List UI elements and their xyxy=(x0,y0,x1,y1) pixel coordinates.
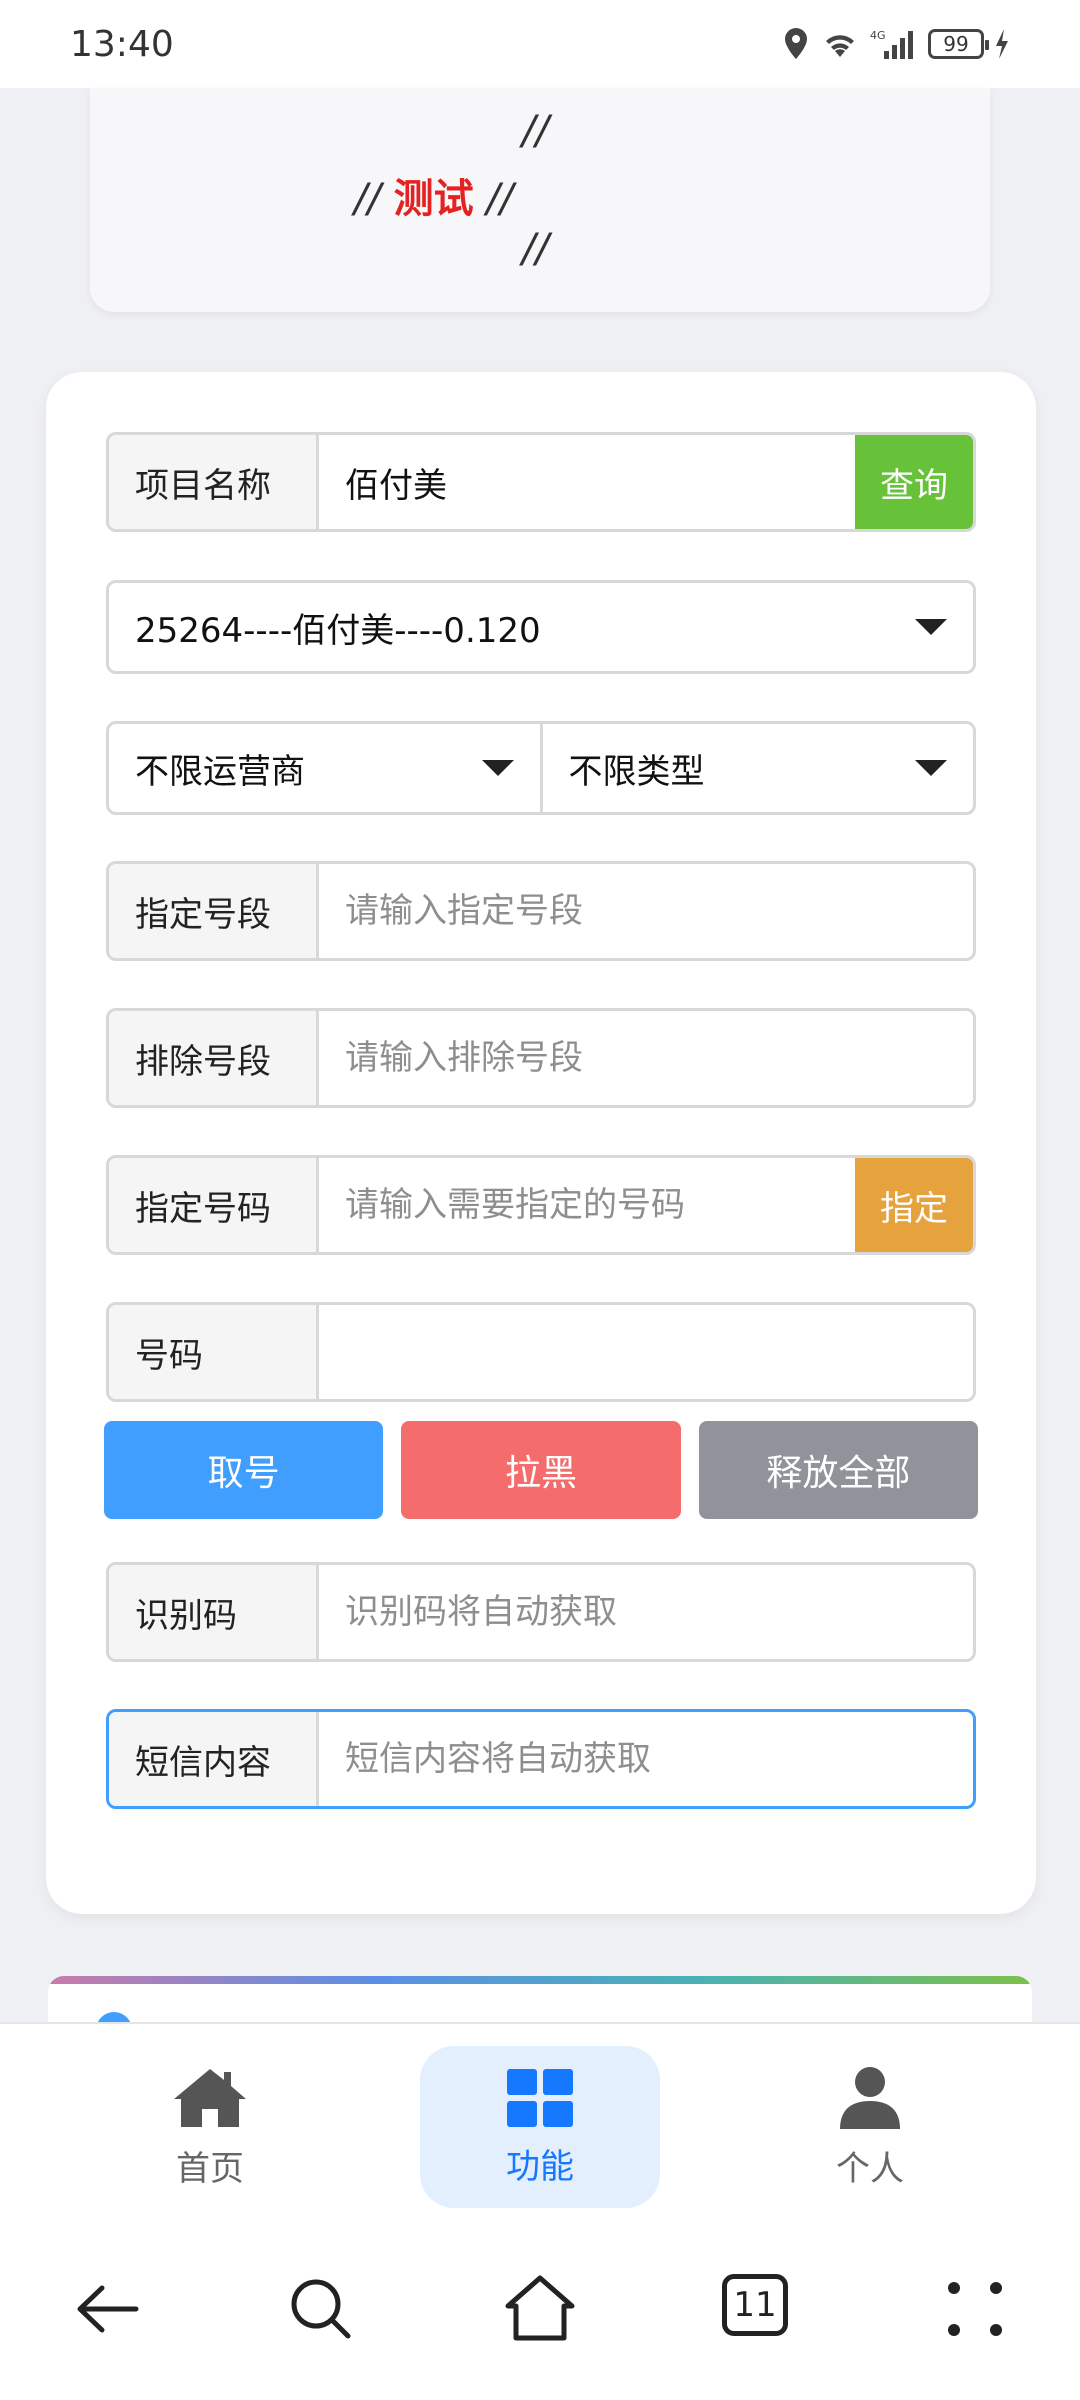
type-select[interactable]: 不限类型 xyxy=(539,724,974,812)
form-card: 项目名称 查询 25264----佰付美----0.120 不限运营商 不限类型… xyxy=(46,372,1036,1914)
home-outline-icon[interactable] xyxy=(504,2274,576,2344)
exclude-segment-row: 排除号段 xyxy=(106,1008,976,1108)
notice-slashes: // xyxy=(522,226,549,272)
charging-icon xyxy=(996,29,1008,59)
specify-number-input[interactable] xyxy=(319,1158,855,1252)
app-bottom-nav: 首页 功能 个人 xyxy=(0,2022,1080,2230)
chevron-down-icon xyxy=(915,760,947,776)
release-all-button[interactable]: 释放全部 xyxy=(698,1421,978,1519)
nav-label-features: 功能 xyxy=(506,2146,574,2187)
number-row: 号码 xyxy=(106,1302,976,1402)
notice-slashes: // xyxy=(522,108,549,154)
sms-row: 短信内容 xyxy=(106,1709,976,1809)
nav-label-profile: 个人 xyxy=(836,2148,904,2189)
operator-select-value: 不限运营商 xyxy=(135,751,305,792)
notice-test-line: // 测试 // xyxy=(354,166,513,224)
gradient-stripe xyxy=(48,1976,1032,1984)
grid-icon xyxy=(507,2068,573,2127)
signal-icon: 4G xyxy=(870,29,913,59)
battery-icon: 99 xyxy=(928,29,989,59)
back-icon[interactable] xyxy=(72,2274,142,2344)
code-input[interactable] xyxy=(319,1565,973,1659)
notice-slashes: // xyxy=(354,176,381,222)
project-name-row: 项目名称 查询 xyxy=(106,432,976,532)
specify-button[interactable]: 指定 xyxy=(855,1158,973,1252)
tabs-count-button[interactable]: 11 xyxy=(722,2274,788,2336)
segment-row: 指定号段 xyxy=(106,861,976,961)
nav-item-home[interactable]: 首页 xyxy=(90,2046,330,2208)
location-icon xyxy=(785,28,807,59)
project-name-label: 项目名称 xyxy=(109,435,319,529)
person-icon xyxy=(840,2066,900,2129)
operator-select[interactable]: 不限运营商 xyxy=(109,724,540,812)
home-icon xyxy=(174,2068,246,2127)
exclude-segment-label: 排除号段 xyxy=(109,1011,319,1105)
nav-label-home: 首页 xyxy=(176,2148,244,2189)
wifi-icon xyxy=(826,35,854,57)
svg-text:4G: 4G xyxy=(870,29,886,42)
search-icon[interactable] xyxy=(286,2274,356,2344)
nav-item-profile[interactable]: 个人 xyxy=(750,2046,990,2208)
query-button[interactable]: 查询 xyxy=(855,435,973,529)
blacklist-button[interactable]: 拉黑 xyxy=(401,1421,681,1519)
number-label: 号码 xyxy=(109,1305,319,1399)
browser-bottom-bar: 11 xyxy=(0,2230,1080,2400)
chevron-down-icon xyxy=(481,760,514,776)
get-number-button[interactable]: 取号 xyxy=(104,1421,384,1519)
code-row: 识别码 xyxy=(106,1562,976,1662)
specify-number-label: 指定号码 xyxy=(109,1158,319,1252)
project-select-value: 25264----佰付美----0.120 xyxy=(135,610,541,651)
specify-number-row: 指定号码 指定 xyxy=(106,1155,976,1255)
chevron-down-icon xyxy=(915,619,947,635)
sms-input[interactable] xyxy=(319,1712,973,1806)
status-bar: 13:40 4G 99 xyxy=(0,0,1080,88)
project-name-input[interactable] xyxy=(319,435,855,529)
segment-label: 指定号段 xyxy=(109,864,319,958)
status-icons: 4G 99 xyxy=(782,26,1010,62)
project-select[interactable]: 25264----佰付美----0.120 xyxy=(106,580,976,674)
exclude-segment-input[interactable] xyxy=(319,1011,973,1105)
notice-slashes: // xyxy=(486,176,514,222)
notice-highlight: 测试 xyxy=(393,176,474,222)
nav-item-features[interactable]: 功能 xyxy=(420,2046,660,2208)
segment-input[interactable] xyxy=(319,864,973,958)
filter-row: 不限运营商 不限类型 xyxy=(106,721,976,815)
type-select-value: 不限类型 xyxy=(568,751,705,792)
number-input[interactable] xyxy=(319,1305,973,1399)
notice-card: // // 测试 // // xyxy=(90,88,990,312)
code-label: 识别码 xyxy=(109,1565,319,1659)
more-icon[interactable] xyxy=(940,2274,1010,2344)
sms-label: 短信内容 xyxy=(109,1712,319,1806)
status-time: 13:40 xyxy=(70,23,174,65)
action-buttons: 取号 拉黑 释放全部 xyxy=(104,1421,978,1519)
